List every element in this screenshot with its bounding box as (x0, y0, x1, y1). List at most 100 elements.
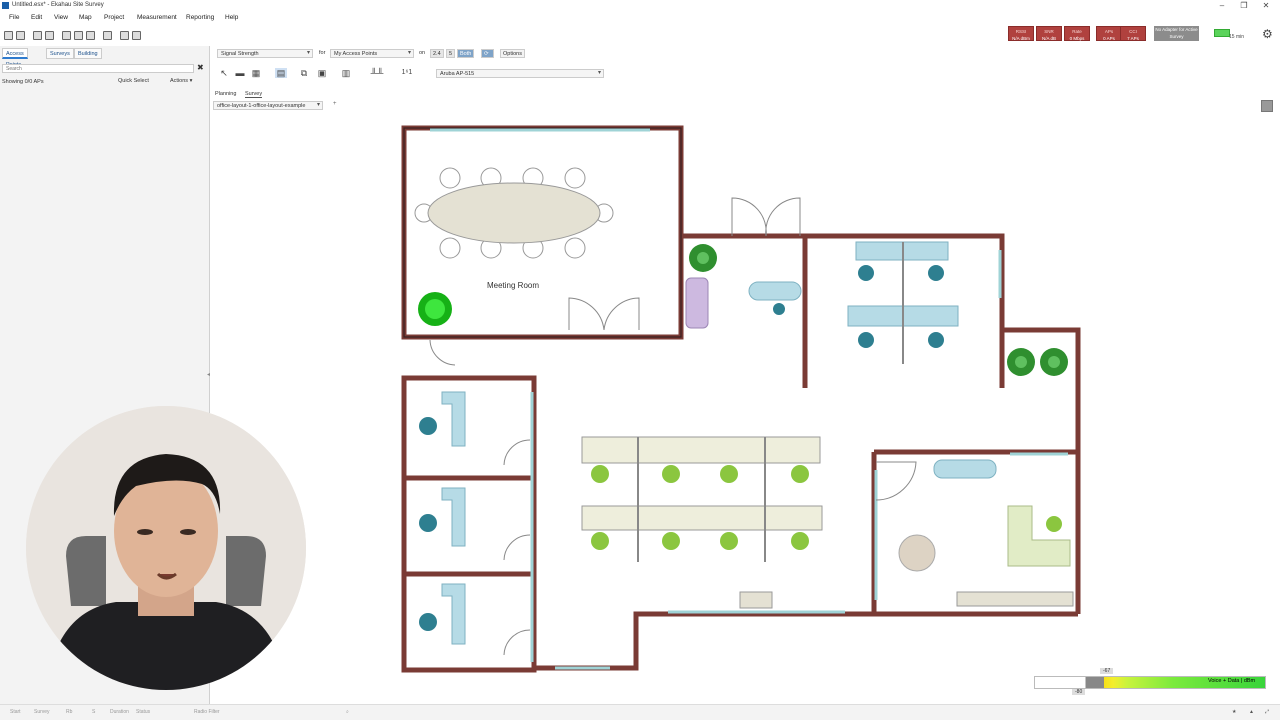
tab-survey[interactable]: Survey (245, 91, 263, 98)
upload-icon[interactable]: ▲ (1249, 709, 1254, 715)
status-label: Status (136, 709, 151, 715)
survey-button[interactable]: Survey (34, 709, 50, 715)
auto-planner-icon[interactable]: 1⁶1 (396, 68, 418, 78)
zoom-out-icon[interactable] (74, 31, 83, 40)
building-icon[interactable]: ▥ (340, 68, 352, 78)
band-both-button[interactable]: Both (457, 49, 475, 58)
wall-icon[interactable]: ▬ (234, 68, 246, 78)
reception-desk (739, 591, 773, 609)
tab-surveys[interactable]: Surveys (46, 48, 74, 59)
menu-project[interactable]: Project (104, 14, 124, 21)
workstations (581, 436, 823, 562)
tab-access-points[interactable]: Access Points (2, 48, 28, 68)
options-button[interactable]: Options (500, 49, 525, 58)
export-icon[interactable] (45, 31, 54, 40)
menu-bar: File Edit View Map Project Measurement R… (0, 13, 500, 24)
room-label: Meeting Room (487, 281, 539, 290)
file-toolbar (0, 28, 210, 42)
floor-select[interactable]: office-layout-1-office-layout-example (213, 101, 323, 110)
private-office-desks (419, 391, 466, 645)
plants (418, 244, 1068, 376)
star-icon[interactable]: ★ (1232, 709, 1236, 715)
restore-icon[interactable]: ❐ (1234, 1, 1254, 10)
actions-button[interactable]: Actions ▾ (170, 78, 192, 84)
for-label: for (319, 50, 326, 56)
collapse-panel-icon[interactable]: ◂ (207, 371, 210, 378)
webcam-overlay (26, 406, 306, 690)
tab-planning[interactable]: Planning (215, 91, 236, 97)
desk-chair (1046, 516, 1062, 532)
gear-icon[interactable]: ⚙ (1262, 27, 1273, 41)
new-icon[interactable] (4, 31, 13, 40)
start-button[interactable]: Start (10, 709, 21, 715)
menu-view[interactable]: View (54, 14, 68, 21)
ap-model-select[interactable]: Aruba AP-515 (436, 69, 604, 78)
floor-plan-svg: Meeting Room (401, 125, 1081, 673)
s-button[interactable]: S (92, 709, 95, 715)
menu-reporting[interactable]: Reporting (186, 14, 214, 21)
redo-icon[interactable] (132, 31, 141, 40)
signal-legend[interactable]: -67 -80 Voice + Data | dBm (1034, 668, 1266, 695)
tab-building[interactable]: Building (74, 48, 102, 59)
ap-filter-select[interactable]: My Access Points (330, 49, 414, 58)
menu-file[interactable]: File (9, 14, 19, 21)
legend-threshold-top: -67 (1100, 668, 1114, 674)
close-icon[interactable]: ✕ (1256, 1, 1276, 10)
save-icon[interactable] (16, 31, 25, 40)
snr-status-chip[interactable]: SNR N/A dB (1036, 26, 1062, 41)
menu-help[interactable]: Help (225, 14, 238, 21)
radio-filter-button[interactable]: Radio Filter (194, 709, 220, 715)
menu-map[interactable]: Map (79, 14, 92, 21)
search-input[interactable] (2, 64, 194, 73)
legend-label: Voice + Data | dBm (1208, 678, 1256, 684)
area-icon[interactable]: ▦ (250, 68, 262, 78)
undo-icon[interactable] (120, 31, 129, 40)
presenter-image (26, 406, 306, 690)
refresh-icon[interactable]: ⟳ (481, 49, 494, 58)
doors (429, 197, 917, 656)
rb-button[interactable]: Rb (66, 709, 72, 715)
pointer-icon[interactable]: ↖ (218, 68, 230, 78)
ruler-icon[interactable] (103, 31, 112, 40)
visualization-select[interactable]: Signal Strength (217, 49, 313, 58)
signal-status-chip[interactable]: RSSI N/A dBm (1008, 26, 1034, 41)
corner-desk (1007, 505, 1071, 567)
floor-icon[interactable]: ▤ (275, 68, 287, 78)
quick-select-button[interactable]: Quick Select (118, 78, 149, 84)
minimap-icon[interactable] (1261, 100, 1273, 112)
clear-search-icon[interactable]: ✖ (197, 63, 204, 72)
paste-icon[interactable]: ▣ (316, 68, 328, 78)
sofa (685, 277, 709, 329)
meeting-table (414, 167, 614, 259)
credenza (956, 591, 1074, 607)
import-icon[interactable] (33, 31, 42, 40)
chevron-down-icon: ▾ (189, 78, 193, 84)
lounge-sofa (933, 459, 997, 479)
channel-aps-status-chip[interactable]: CCI 7 APs (1120, 26, 1146, 41)
search-icon[interactable]: ⌕ (346, 709, 349, 715)
bottom-bar: Start Survey Rb S Duration Status Radio … (0, 704, 1280, 720)
throughput-status-chip[interactable]: Rate 0 Mbps (1064, 26, 1090, 41)
band-2-4-button[interactable]: 2.4 (430, 49, 444, 58)
menu-edit[interactable]: Edit (31, 14, 42, 21)
zoom-fit-icon[interactable] (86, 31, 95, 40)
add-floor-icon[interactable]: + (333, 101, 337, 107)
battery-label: 15 min (1229, 34, 1245, 40)
battery-icon (1214, 29, 1230, 37)
expand-icon[interactable]: ⤢ (1265, 709, 1269, 715)
lobby-chair (773, 303, 785, 315)
measure-icon[interactable]: ╨╨ (367, 68, 387, 78)
floor-plan-map[interactable]: Meeting Room (392, 112, 1099, 690)
minimize-icon[interactable]: – (1212, 1, 1232, 10)
copy-icon[interactable]: ⧉ (298, 68, 310, 78)
app-icon (2, 2, 9, 9)
menu-measurement[interactable]: Measurement (137, 14, 177, 21)
aps-status-chip[interactable]: APs 0 APs (1096, 26, 1122, 41)
zoom-in-icon[interactable] (62, 31, 71, 40)
actions-label: Actions (170, 78, 189, 84)
duration-label: Duration (110, 709, 129, 715)
adapter-status[interactable]: No Adapter for Active Survey (1154, 26, 1199, 41)
ap-count-label: Showing 0/0 APs (2, 79, 44, 85)
round-table (898, 534, 936, 572)
band-5-button[interactable]: 5 (446, 49, 456, 58)
